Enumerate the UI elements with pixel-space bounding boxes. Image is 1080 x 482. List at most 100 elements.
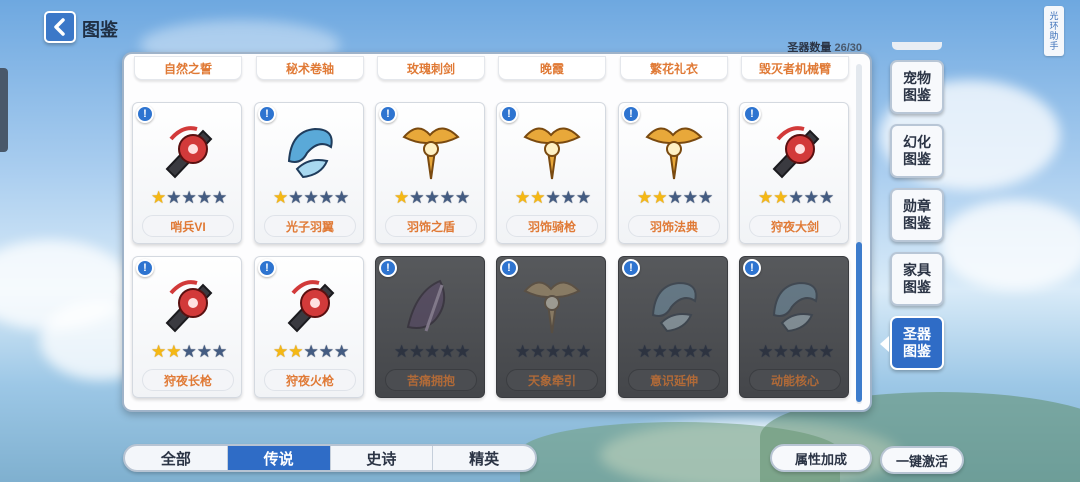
star-icon: ★ <box>803 342 819 361</box>
star-icon: ★ <box>409 188 425 207</box>
star-icon: ★ <box>288 342 304 361</box>
exclamation-icon: ! <box>379 259 397 277</box>
star-icon: ★ <box>758 342 774 361</box>
tab-epic[interactable]: 史诗 <box>331 446 434 470</box>
top-row-item[interactable]: 毁灭者机械臂 <box>741 56 849 80</box>
star-icon: ★ <box>334 188 350 207</box>
star-rating: ★ ★ ★ ★ ★ <box>758 189 834 206</box>
star-icon: ★ <box>530 188 546 207</box>
top-row-item[interactable]: 玫瑰刺剑 <box>377 56 485 80</box>
star-icon: ★ <box>698 342 714 361</box>
chevron-left-icon <box>54 18 65 36</box>
side-menu-top <box>892 42 942 50</box>
artifact-card[interactable]: ! ★ ★ ★ ★ ★ 狩夜大剑 <box>739 102 849 244</box>
artifact-image <box>396 117 466 187</box>
side-menu-label: 幻化图鉴 <box>903 134 931 167</box>
side-menu-artifacts[interactable]: 圣器图鉴 <box>890 316 944 370</box>
artifact-name: 天象牵引 <box>506 369 598 391</box>
artifact-image <box>396 271 466 341</box>
star-icon: ★ <box>576 342 592 361</box>
star-icon: ★ <box>560 342 576 361</box>
tab-legendary[interactable]: 传说 <box>227 446 331 470</box>
artifact-card[interactable]: ! ★ ★ ★ ★ ★ 狩夜长枪 <box>132 256 242 398</box>
artifact-name: 苦痛拥抱 <box>385 369 477 391</box>
artifact-card[interactable]: ! ★ ★ ★ ★ ★ 动能核心 <box>739 256 849 398</box>
artifact-name: 羽饰骑枪 <box>506 215 598 237</box>
star-icon: ★ <box>181 342 197 361</box>
activate-all-button[interactable]: 一键激活 <box>880 446 964 474</box>
tab-all[interactable]: 全部 <box>125 446 228 470</box>
artifact-card[interactable]: ! ★ ★ ★ ★ ★ 羽饰之盾 <box>375 102 485 244</box>
star-icon: ★ <box>212 342 228 361</box>
helper-tab[interactable]: 光环助手 <box>1044 6 1064 56</box>
star-icon: ★ <box>394 342 410 361</box>
artifact-card[interactable]: ! ★ ★ ★ ★ ★ 光子羽翼 <box>254 102 364 244</box>
star-icon: ★ <box>667 342 683 361</box>
artifact-card[interactable]: ! ★ ★ ★ ★ ★ 天象牵引 <box>496 256 606 398</box>
left-edge-tab[interactable] <box>0 68 8 152</box>
exclamation-icon: ! <box>622 105 640 123</box>
artifact-image <box>639 117 709 187</box>
artifact-card[interactable]: ! ★ ★ ★ ★ ★ 羽饰法典 <box>618 102 728 244</box>
star-icon: ★ <box>819 188 835 207</box>
star-rating: ★ ★ ★ ★ ★ <box>637 189 713 206</box>
artifact-name: 意识延伸 <box>628 369 720 391</box>
star-icon: ★ <box>439 188 455 207</box>
star-icon: ★ <box>151 342 167 361</box>
side-menu-transform[interactable]: 幻化图鉴 <box>890 124 944 178</box>
tab-elite[interactable]: 精英 <box>433 446 535 470</box>
side-menu-label: 圣器图鉴 <box>903 326 931 359</box>
exclamation-icon: ! <box>258 259 276 277</box>
star-icon: ★ <box>151 188 167 207</box>
star-icon: ★ <box>667 188 683 207</box>
artifact-name: 光子羽翼 <box>264 215 356 237</box>
back-button[interactable] <box>44 11 76 43</box>
rarity-tabs: 全部 传说 史诗 精英 <box>123 444 537 472</box>
artifact-card[interactable]: ! ★ ★ ★ ★ ★ 意识延伸 <box>618 256 728 398</box>
star-icon: ★ <box>576 188 592 207</box>
star-rating: ★ ★ ★ ★ ★ <box>151 189 227 206</box>
scroll-thumb[interactable] <box>856 242 862 402</box>
artifact-image <box>275 271 345 341</box>
star-icon: ★ <box>758 188 774 207</box>
artifact-name: 狩夜长枪 <box>142 369 234 391</box>
star-icon: ★ <box>560 188 576 207</box>
side-menu-medals[interactable]: 勋章图鉴 <box>890 188 944 242</box>
artifact-name: 动能核心 <box>749 369 841 391</box>
side-menu-pets[interactable]: 宠物图鉴 <box>890 60 944 114</box>
artifact-image <box>760 117 830 187</box>
artifact-card[interactable]: ! ★ ★ ★ ★ ★ 哨兵VI <box>132 102 242 244</box>
star-icon: ★ <box>455 188 471 207</box>
top-row-item[interactable]: 自然之誓 <box>134 56 242 80</box>
scrollbar[interactable] <box>856 64 862 404</box>
top-row-item[interactable]: 繁花礼衣 <box>620 56 728 80</box>
star-rating: ★ ★ ★ ★ ★ <box>273 343 349 360</box>
attribute-bonus-button[interactable]: 属性加成 <box>770 444 872 472</box>
artifact-card[interactable]: ! ★ ★ ★ ★ ★ 苦痛拥抱 <box>375 256 485 398</box>
star-icon: ★ <box>394 188 410 207</box>
artifact-card[interactable]: ! ★ ★ ★ ★ ★ 狩夜火枪 <box>254 256 364 398</box>
star-icon: ★ <box>196 342 212 361</box>
artifact-name: 狩夜火枪 <box>264 369 356 391</box>
exclamation-icon: ! <box>379 105 397 123</box>
star-icon: ★ <box>698 188 714 207</box>
star-icon: ★ <box>803 188 819 207</box>
exclamation-icon: ! <box>622 259 640 277</box>
star-icon: ★ <box>652 188 668 207</box>
artifact-name: 羽饰法典 <box>628 215 720 237</box>
star-icon: ★ <box>439 342 455 361</box>
page-title: 图鉴 <box>82 20 118 40</box>
star-icon: ★ <box>273 188 289 207</box>
star-icon: ★ <box>273 342 289 361</box>
top-row-item[interactable]: 秘术卷轴 <box>256 56 364 80</box>
exclamation-icon: ! <box>500 259 518 277</box>
star-icon: ★ <box>303 188 319 207</box>
exclamation-icon: ! <box>258 105 276 123</box>
artifact-card[interactable]: ! ★ ★ ★ ★ ★ 羽饰骑枪 <box>496 102 606 244</box>
active-indicator-arrow <box>880 336 889 352</box>
side-menu-furniture[interactable]: 家具图鉴 <box>890 252 944 306</box>
exclamation-icon: ! <box>743 105 761 123</box>
star-rating: ★ ★ ★ ★ ★ <box>151 343 227 360</box>
top-row-item[interactable]: 晚霞 <box>498 56 606 80</box>
star-rating: ★ ★ ★ ★ ★ <box>515 343 591 360</box>
